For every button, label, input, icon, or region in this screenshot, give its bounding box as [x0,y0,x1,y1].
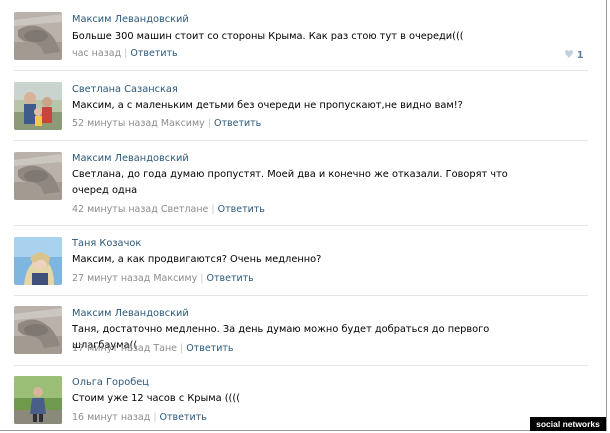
comment-meta: 52 минуты назад Максиму | Ответить [72,118,261,129]
comment-text: Максим, а как продвигаются? Очень медлен… [72,254,322,265]
separator: | [180,343,184,354]
comment-text: Светлана, до года думаю пропустят. Моей … [72,169,508,196]
like-count: 1 [576,50,584,61]
reply-link[interactable]: Ответить [206,273,253,284]
comment-meta: 17 минут назад Тане | Ответить [72,343,234,354]
comment-time[interactable]: 27 минут назад Максиму [72,273,197,284]
comments-panel: Максим Левандовский Больше 300 машин сто… [0,0,607,431]
author-name[interactable]: Таня Козачок [72,238,141,249]
comment-meta: 42 минуты назад Светлане | Ответить [72,204,265,215]
comment-time[interactable]: 52 минуты назад Максиму [72,118,205,129]
avatar[interactable] [14,82,62,130]
reply-link[interactable]: Ответить [186,343,233,354]
avatar[interactable] [14,306,62,354]
comment-meta: 27 минут назад Максиму | Ответить [72,273,254,284]
comment-time[interactable]: 42 минуты назад Светлане [72,204,208,215]
author-name[interactable]: Максим Левандовский [72,14,189,25]
avatar[interactable] [14,237,62,285]
avatar[interactable] [14,12,62,60]
comment-time[interactable]: 16 минут назад [72,412,150,423]
separator: | [124,48,128,59]
comment-time[interactable]: 17 минут назад Тане [72,343,177,354]
divider [14,70,588,71]
heart-icon: ♥ [564,48,574,61]
comment-text: Больше 300 машин стоит со стороны Крыма.… [72,31,464,42]
separator: | [153,412,157,423]
divider [14,365,588,366]
reply-link[interactable]: Ответить [218,204,265,215]
divider [14,295,588,296]
reply-link[interactable]: Ответить [214,118,261,129]
avatar[interactable] [14,376,62,424]
author-name[interactable]: Максим Левандовский [72,153,189,164]
reply-link[interactable]: Ответить [130,48,177,59]
comment-text: Стоим уже 12 часов с Крыма (((( [72,393,241,404]
like-button[interactable]: ♥ 1 [564,48,584,61]
comment-time[interactable]: час назад [72,48,121,59]
watermark-label: social networks [530,417,606,431]
reply-link[interactable]: Ответить [160,412,207,423]
divider [14,140,588,141]
comment-meta: час назад | Ответить [72,48,178,59]
comment-meta: 16 минут назад | Ответить [72,412,207,423]
author-name[interactable]: Максим Левандовский [72,308,189,319]
author-name[interactable]: Ольга Горобец [72,377,149,388]
divider [14,225,588,226]
comment-text: Максим, а с маленьким детьми без очереди… [72,100,463,111]
separator: | [211,204,215,215]
avatar[interactable] [14,152,62,200]
separator: | [207,118,211,129]
author-name[interactable]: Светлана Сазанская [72,84,178,95]
